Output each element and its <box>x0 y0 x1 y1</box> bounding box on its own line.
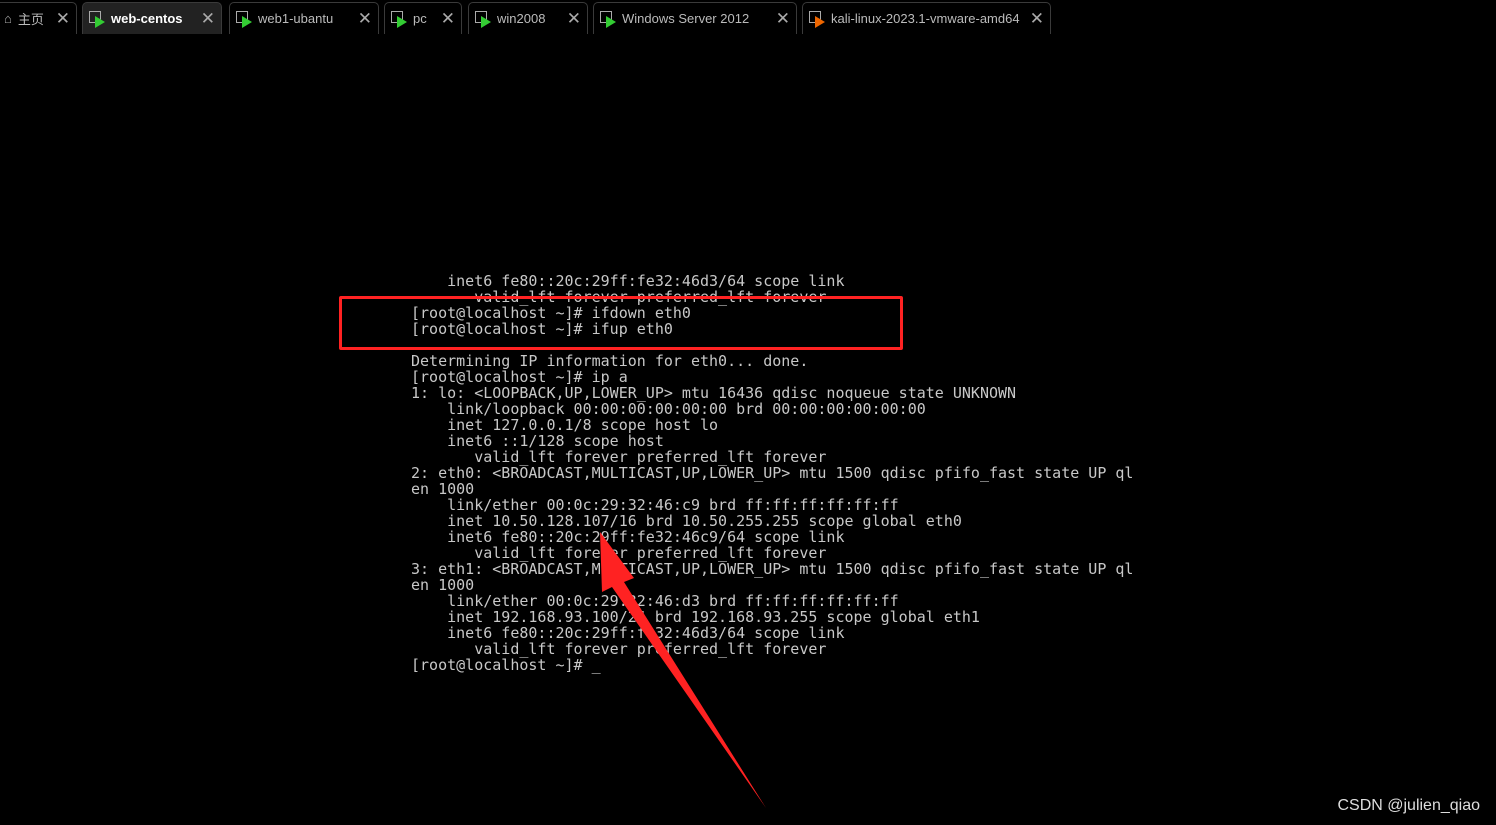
watermark: CSDN @julien_qiao <box>1337 797 1480 814</box>
arrow-icon <box>600 532 766 808</box>
arrow-annotation <box>600 532 766 808</box>
